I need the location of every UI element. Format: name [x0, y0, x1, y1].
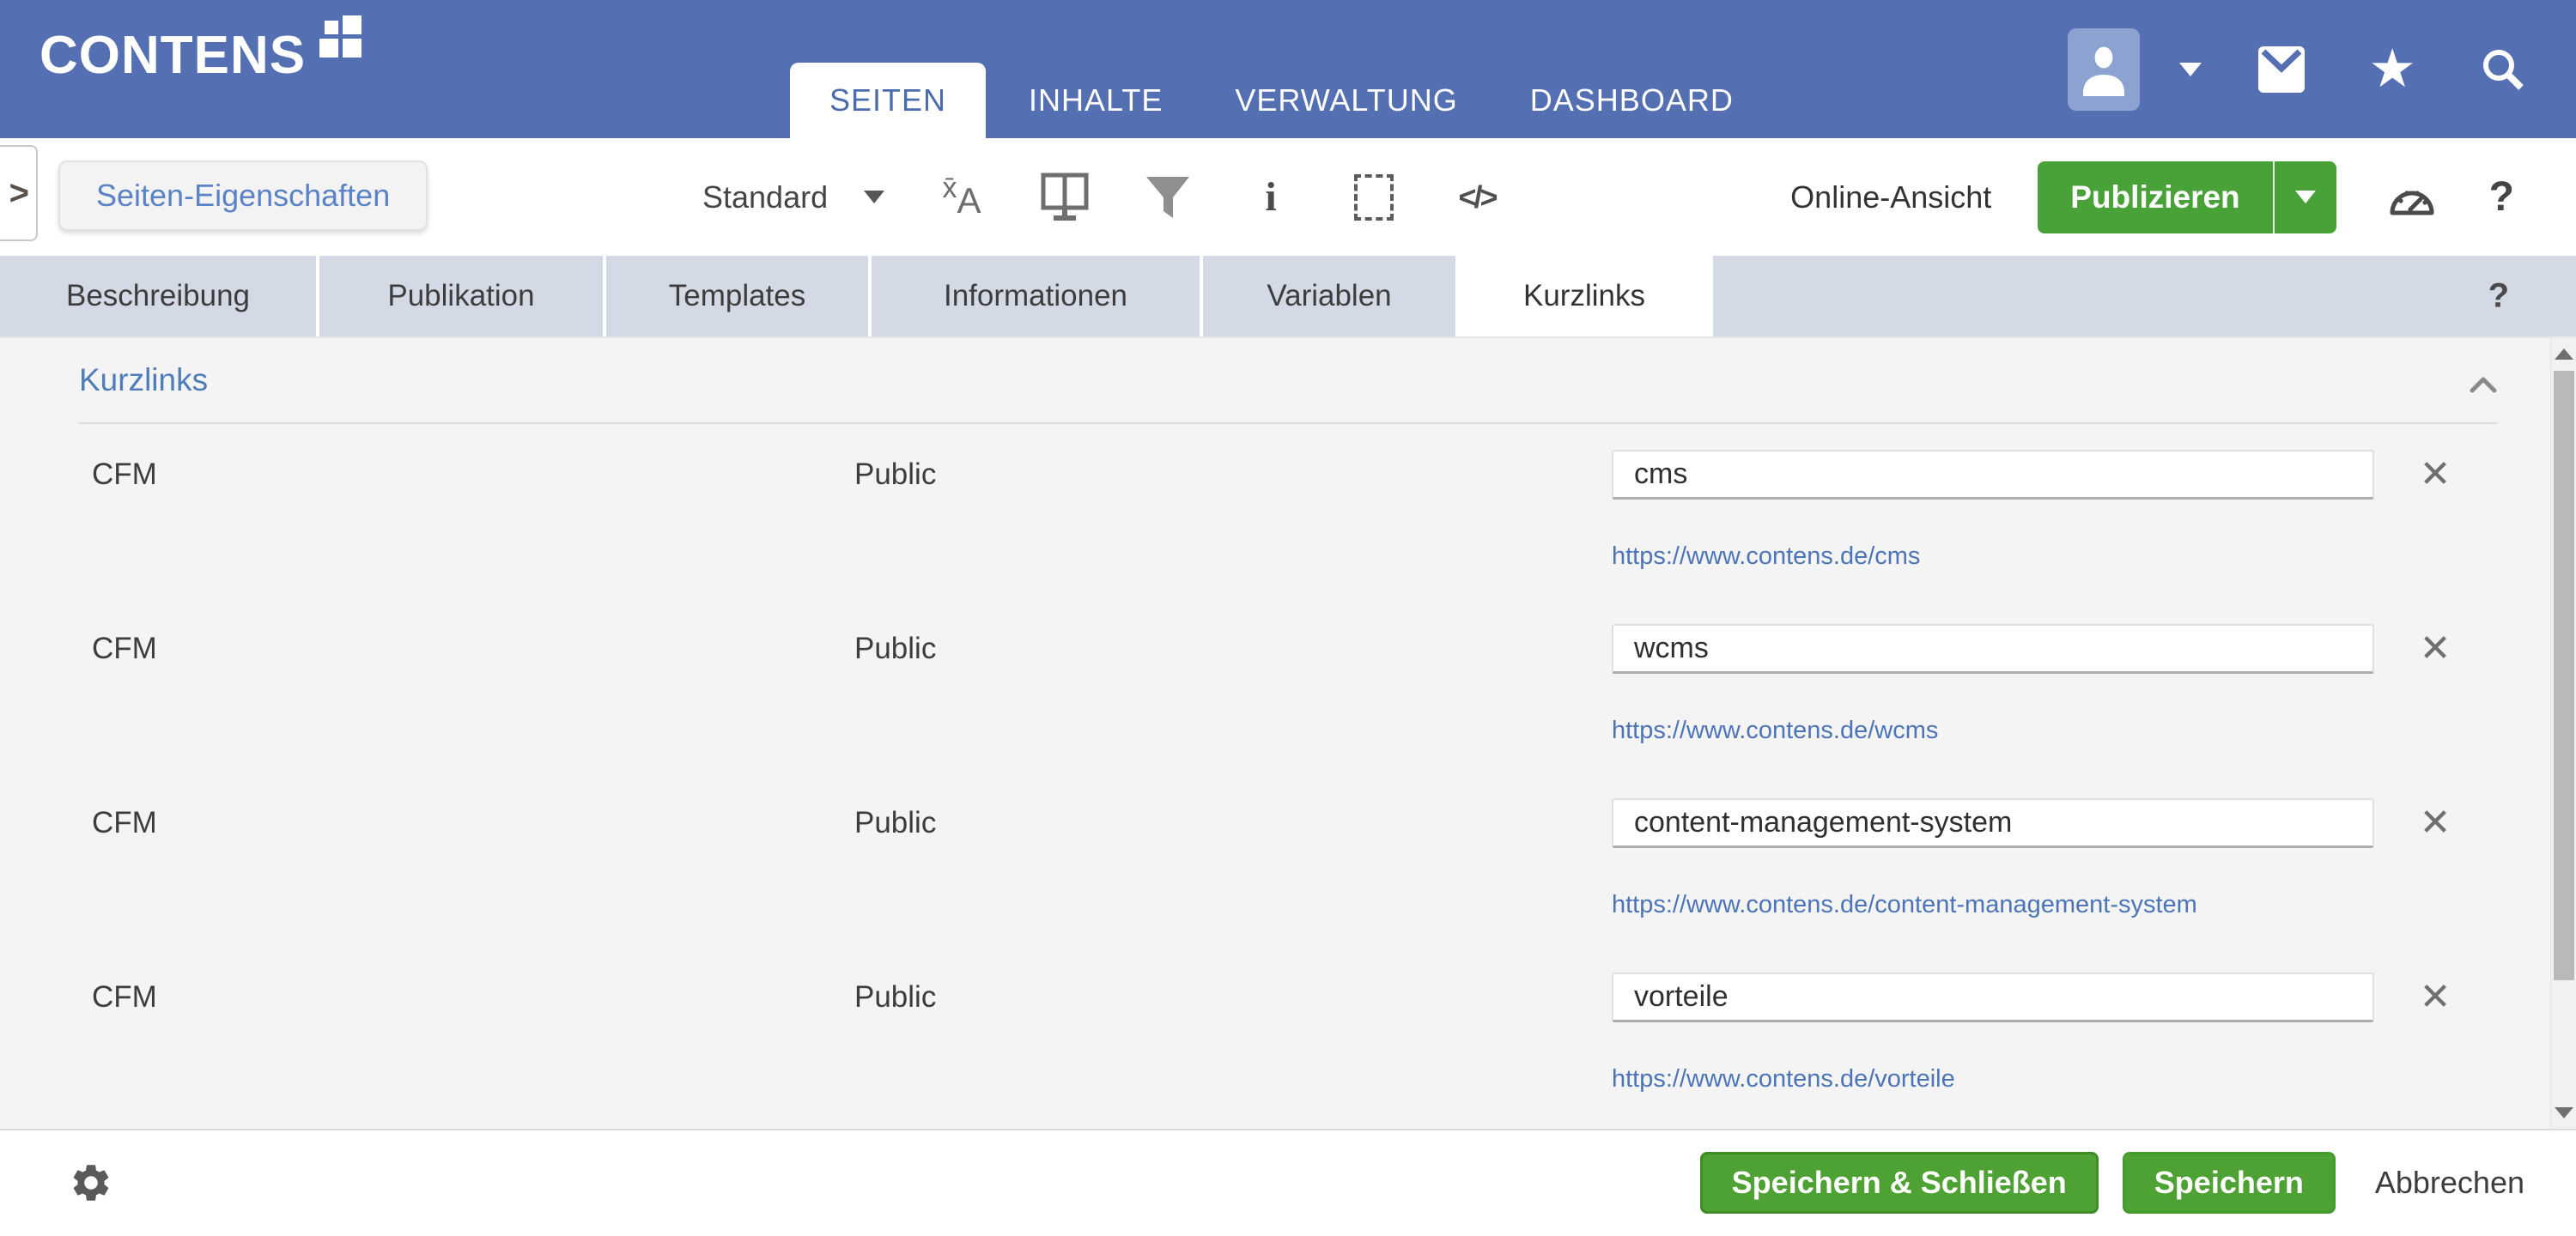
kurzlink-url[interactable]: https://www.contens.de/content-managemen…	[1612, 886, 2197, 924]
logo-grid-icon	[319, 15, 361, 58]
nav-tab-inhalte[interactable]: INHALTE	[999, 63, 1192, 138]
kurzlink-row: CFM Public ✕	[0, 450, 2542, 500]
filter-icon[interactable]	[1144, 172, 1192, 223]
footer-actions: Speichern & Schließen Speichern Abbreche…	[1700, 1152, 2524, 1214]
page-toolbar: > Seiten-Eigenschaften Standard x̄A i </…	[0, 138, 2576, 256]
tab-variablen[interactable]: Variablen	[1203, 256, 1455, 336]
search-icon[interactable]	[2478, 45, 2528, 94]
code-icon[interactable]: </>	[1453, 172, 1501, 223]
contens-logo: CONTENS	[39, 26, 361, 86]
remove-link-icon[interactable]: ✕	[2409, 798, 2461, 848]
performance-gauge-icon[interactable]	[2388, 179, 2436, 216]
tab-help-icon[interactable]: ?	[2488, 277, 2509, 316]
user-avatar[interactable]	[2068, 28, 2140, 111]
online-view-link[interactable]: Online-Ansicht	[1790, 179, 1991, 215]
info-icon[interactable]: i	[1247, 172, 1295, 223]
chevron-down-icon	[864, 191, 884, 203]
tabrow-filler: ?	[1713, 256, 2576, 336]
toolbar-right: Online-Ansicht Publizieren ?	[1790, 138, 2514, 256]
help-icon[interactable]: ?	[2489, 173, 2514, 221]
main-navigation: SEITEN INHALTE VERWALTUNG DASHBOARD	[790, 63, 1777, 138]
slug-input[interactable]	[1612, 450, 2374, 500]
header-icons: ★	[2068, 0, 2528, 138]
publish-label: Publizieren	[2038, 161, 2272, 233]
nav-tab-seiten[interactable]: SEITEN	[790, 63, 986, 138]
nav-tab-dashboard[interactable]: DASHBOARD	[1501, 63, 1763, 138]
app-header: CONTENS SEITEN INHALTE VERWALTUNG DASHBO…	[0, 0, 2576, 138]
mail-icon[interactable]	[2258, 46, 2305, 93]
save-and-close-button[interactable]: Speichern & Schließen	[1700, 1152, 2099, 1214]
link-type: CFM	[92, 632, 157, 666]
scrollbar-thumb[interactable]	[2554, 371, 2574, 980]
page-properties-button[interactable]: Seiten-Eigenschaften	[58, 161, 428, 231]
link-type: CFM	[92, 457, 157, 492]
kurzlink-row: CFM Public ✕	[0, 798, 2542, 848]
kurzlink-url[interactable]: https://www.contens.de/cms	[1612, 537, 1920, 575]
user-menu-caret-icon[interactable]	[2179, 63, 2202, 76]
scroll-down-icon[interactable]	[2555, 1107, 2573, 1118]
link-visibility: Public	[854, 632, 936, 666]
save-button[interactable]: Speichern	[2123, 1152, 2336, 1214]
link-visibility: Public	[854, 457, 936, 492]
remove-link-icon[interactable]: ✕	[2409, 972, 2461, 1022]
person-icon	[2081, 43, 2126, 96]
tab-templates[interactable]: Templates	[606, 256, 868, 336]
link-visibility: Public	[854, 980, 936, 1015]
slug-input[interactable]	[1612, 798, 2374, 848]
kurzlinks-panel: Kurzlinks CFM Public ✕ https://www.conte…	[0, 336, 2576, 1129]
remove-link-icon[interactable]: ✕	[2409, 624, 2461, 674]
link-visibility: Public	[854, 806, 936, 840]
tab-informationen[interactable]: Informationen	[872, 256, 1200, 336]
property-tabs: Beschreibung Publikation Templates Infor…	[0, 256, 2576, 336]
collapse-section-icon[interactable]	[2470, 376, 2497, 393]
tab-publikation[interactable]: Publikation	[319, 256, 603, 336]
section-divider	[79, 422, 2497, 424]
kurzlink-row: CFM Public ✕	[0, 972, 2542, 1022]
tree-expander-button[interactable]: >	[0, 145, 38, 241]
slug-input[interactable]	[1612, 972, 2374, 1022]
publish-menu-caret-icon[interactable]	[2273, 161, 2336, 233]
slug-input[interactable]	[1612, 624, 2374, 674]
selection-icon[interactable]	[1350, 172, 1398, 223]
link-type: CFM	[92, 806, 157, 840]
kurzlink-row: CFM Public ✕	[0, 624, 2542, 674]
cancel-button[interactable]: Abbrechen	[2375, 1165, 2524, 1201]
section-title: Kurzlinks	[79, 362, 208, 398]
preview-icon[interactable]	[1041, 172, 1089, 223]
tab-beschreibung[interactable]: Beschreibung	[0, 256, 316, 336]
link-type: CFM	[92, 980, 157, 1015]
kurzlink-url[interactable]: https://www.contens.de/wcms	[1612, 712, 1938, 749]
translate-icon[interactable]: x̄A	[938, 172, 986, 223]
remove-link-icon[interactable]: ✕	[2409, 450, 2461, 500]
dialog-footer: Speichern & Schließen Speichern Abbreche…	[0, 1129, 2576, 1234]
kurzlink-url[interactable]: https://www.contens.de/vorteile	[1612, 1060, 1955, 1098]
gear-icon[interactable]	[69, 1160, 113, 1205]
publish-button[interactable]: Publizieren	[2038, 161, 2336, 233]
nav-tab-verwaltung[interactable]: VERWALTUNG	[1206, 63, 1486, 138]
vertical-scrollbar[interactable]	[2550, 338, 2576, 1129]
logo-text: CONTENS	[39, 26, 306, 86]
toolbar-icons: x̄A i </>	[938, 138, 1501, 256]
scroll-up-icon[interactable]	[2555, 348, 2573, 360]
tab-kurzlinks[interactable]: Kurzlinks	[1459, 256, 1710, 336]
variant-dropdown[interactable]: Standard	[702, 138, 884, 256]
variant-label: Standard	[702, 179, 828, 215]
favorites-star-icon[interactable]: ★	[2368, 43, 2416, 96]
